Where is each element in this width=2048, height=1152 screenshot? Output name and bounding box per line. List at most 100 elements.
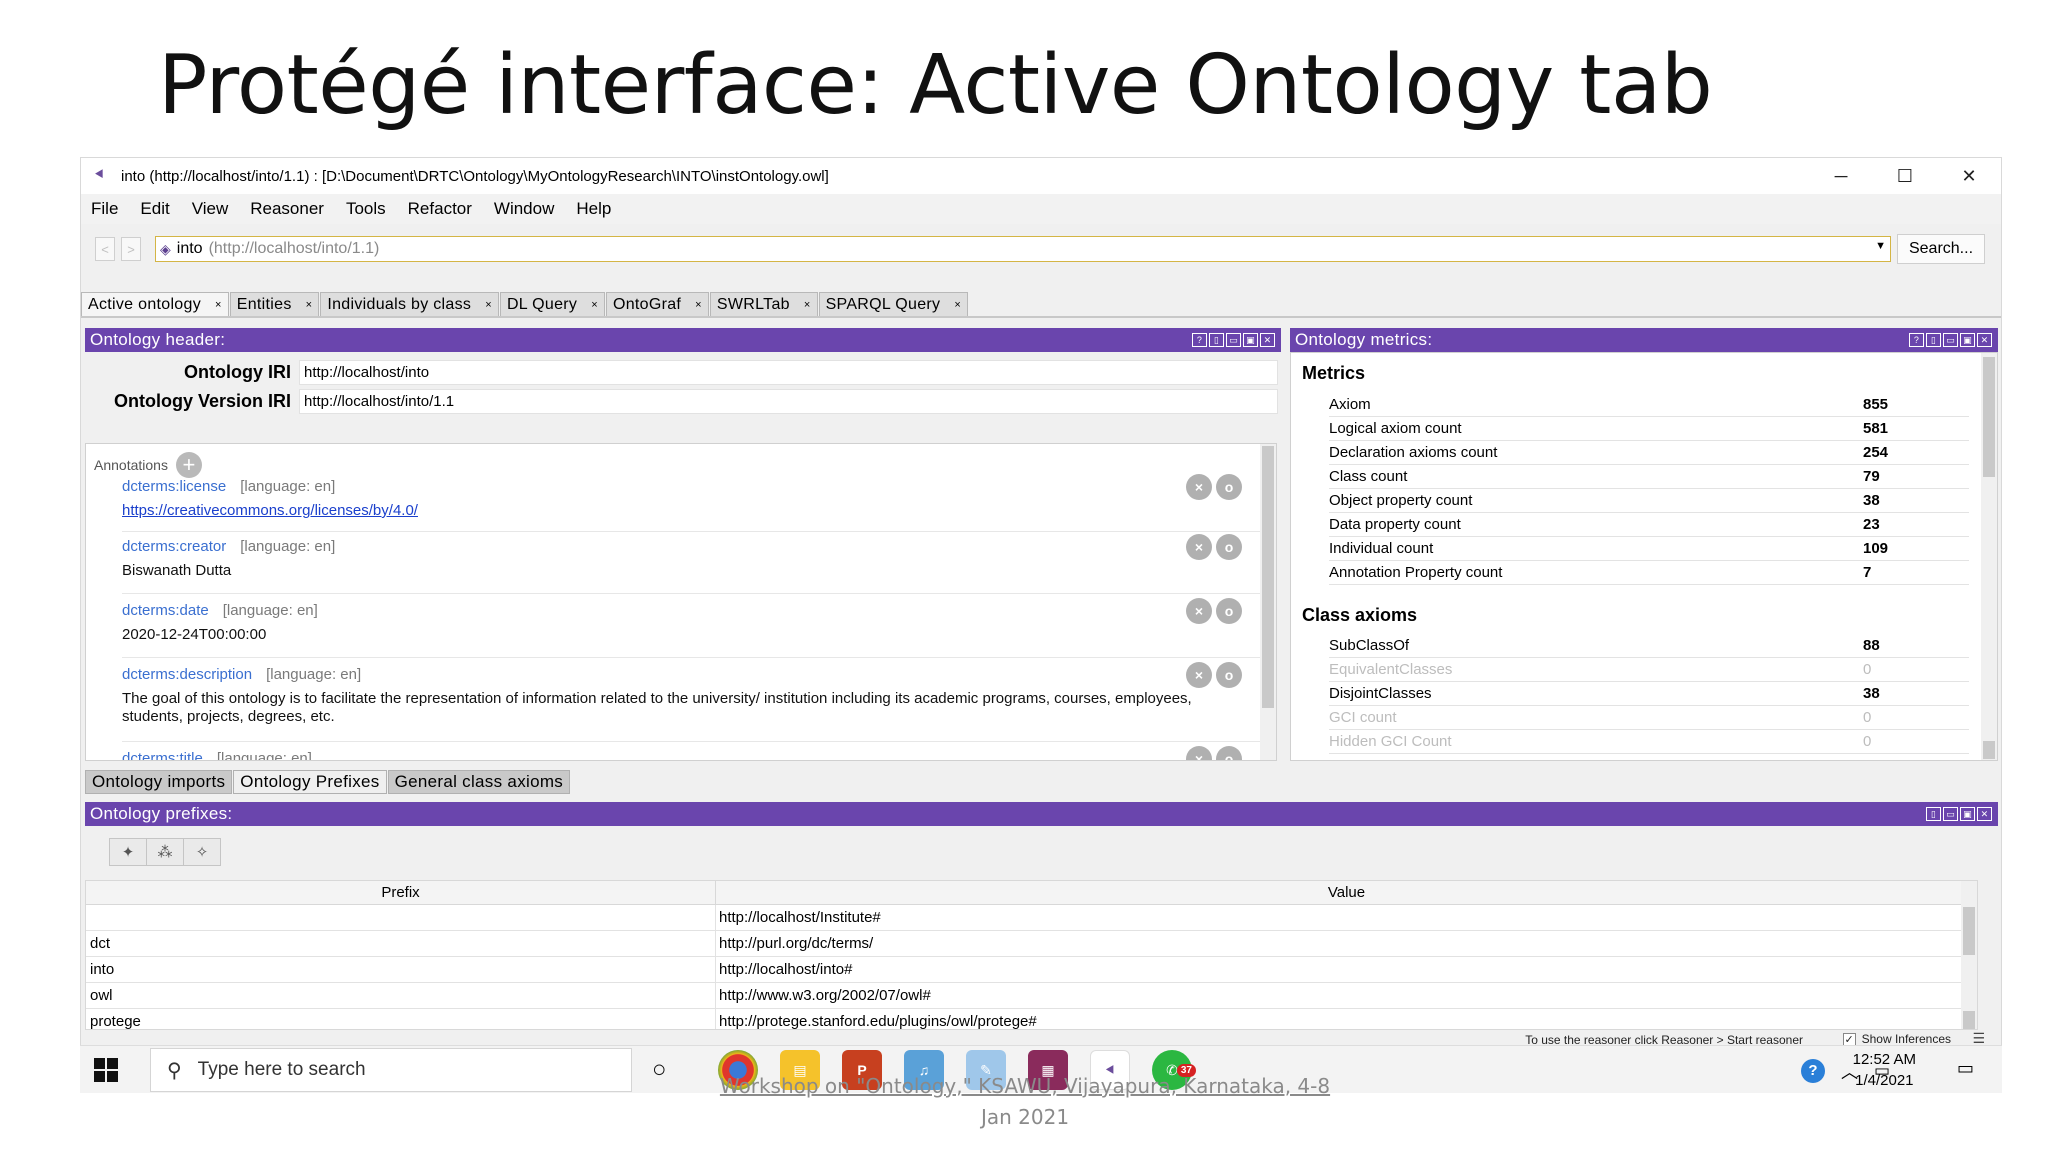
menu-view[interactable]: View	[181, 199, 240, 219]
tab-ontology-imports[interactable]: Ontology imports	[85, 770, 233, 794]
windows-start-icon[interactable]	[94, 1058, 118, 1082]
dropdown-arrow-icon[interactable]: ▼	[1875, 240, 1886, 252]
ontology-iri: (http://localhost/into/1.1)	[208, 240, 380, 257]
ontology-iri-field[interactable]: http://localhost/into	[299, 359, 1278, 385]
taskbar-search-box[interactable]: ⚲ Type here to search	[150, 1048, 632, 1092]
menu-edit[interactable]: Edit	[129, 199, 180, 219]
tab-ontograf[interactable]: OntoGraf ×	[605, 292, 709, 316]
annotation-property[interactable]: dcterms:creator	[122, 538, 226, 555]
cortana-icon[interactable]: ○	[652, 1056, 667, 1084]
close-tab-icon[interactable]: ×	[591, 299, 598, 311]
close-tab-icon[interactable]: ×	[485, 299, 492, 311]
split-vertical-icon[interactable]: ▯	[1926, 333, 1941, 347]
annotation-item[interactable]: dcterms:creator [language: en] Biswanath …	[122, 534, 1262, 594]
col-prefix-header[interactable]: Prefix	[86, 881, 716, 904]
help-icon[interactable]: ?	[1800, 1058, 1825, 1083]
menu-refactor[interactable]: Refactor	[397, 199, 483, 219]
edit-annotation-icon[interactable]: o	[1216, 746, 1242, 760]
close-view-icon[interactable]: ✕	[1977, 333, 1992, 347]
scrollbar-thumb[interactable]	[1983, 357, 1995, 477]
prefix-table-scrollbar[interactable]	[1961, 881, 1977, 1029]
annotation-item[interactable]: dcterms:title [language: en] × o	[122, 746, 1262, 760]
scrollbar-thumb[interactable]	[1963, 907, 1975, 955]
maximize-button[interactable]: ☐	[1873, 158, 1937, 194]
split-horizontal-icon[interactable]: ▭	[1226, 333, 1241, 347]
tab-active-ontology[interactable]: Active ontology ×	[81, 292, 229, 316]
forward-button[interactable]: >	[121, 237, 141, 261]
minimize-button[interactable]: ─	[1809, 158, 1873, 194]
help-icon[interactable]: ?	[1909, 333, 1924, 347]
float-icon[interactable]: ▣	[1243, 333, 1258, 347]
tab-individuals-by-class[interactable]: Individuals by class ×	[320, 292, 499, 316]
taskbar-clock[interactable]: 12:52 AM 1/4/2021	[1853, 1049, 1916, 1091]
tab-dl-query[interactable]: DL Query ×	[499, 292, 605, 316]
split-vertical-icon[interactable]: ▯	[1926, 807, 1941, 821]
annotation-item[interactable]: dcterms:date [language: en] 2020-12-24T00…	[122, 598, 1262, 658]
metrics-scrollbar[interactable]	[1981, 353, 1997, 760]
annotation-property[interactable]: dcterms:title	[122, 750, 203, 760]
help-icon[interactable]: ?	[1192, 333, 1207, 347]
tab-sparql-query[interactable]: SPARQL Query ×	[818, 292, 969, 316]
split-horizontal-icon[interactable]: ▭	[1943, 807, 1958, 821]
table-row[interactable]: into http://localhost/into#	[86, 957, 1977, 983]
delete-annotation-icon[interactable]: ×	[1186, 474, 1212, 500]
delete-annotation-icon[interactable]: ×	[1186, 746, 1212, 760]
delete-annotation-icon[interactable]: ×	[1186, 662, 1212, 688]
delete-annotation-icon[interactable]: ×	[1186, 534, 1212, 560]
tab-ontology-prefixes[interactable]: Ontology Prefixes	[233, 770, 387, 794]
close-tab-icon[interactable]: ×	[215, 299, 222, 311]
table-row[interactable]: owl http://www.w3.org/2002/07/owl#	[86, 983, 1977, 1009]
close-tab-icon[interactable]: ×	[804, 299, 811, 311]
close-view-icon[interactable]: ✕	[1977, 807, 1992, 821]
annotations-scrollbar[interactable]	[1260, 444, 1276, 760]
float-icon[interactable]: ▣	[1960, 807, 1975, 821]
col-value-header[interactable]: Value	[716, 881, 1977, 904]
ontology-version-iri-field[interactable]: http://localhost/into/1.1	[299, 388, 1278, 414]
close-tab-icon[interactable]: ×	[954, 299, 961, 311]
menu-tools[interactable]: Tools	[335, 199, 397, 219]
scrollbar-down-button[interactable]	[1983, 741, 1995, 759]
ontology-selector[interactable]: ◈ into (http://localhost/into/1.1) ▼	[155, 236, 1891, 262]
remove-prefix-icon[interactable]: ✧	[183, 838, 221, 866]
show-inferences-toggle[interactable]: ✓ Show Inferences	[1842, 1032, 1951, 1046]
generate-prefix-icon[interactable]: ⁂	[146, 838, 184, 866]
footer-line-1[interactable]: Workshop on "Ontology," KSAWU, Vijayapur…	[700, 1071, 1350, 1102]
search-button[interactable]: Search...	[1897, 234, 1985, 264]
tab-entities[interactable]: Entities ×	[229, 292, 320, 316]
edit-annotation-icon[interactable]: o	[1216, 534, 1242, 560]
annotation-item[interactable]: dcterms:description [language: en] The go…	[122, 662, 1262, 742]
annotation-value-link[interactable]: https://creativecommons.org/licenses/by/…	[122, 502, 1262, 520]
close-tab-icon[interactable]: ×	[306, 299, 313, 311]
tab-label: SWRLTab	[716, 295, 790, 313]
menu-help[interactable]: Help	[565, 199, 622, 219]
back-button[interactable]: <	[95, 237, 115, 261]
annotation-property[interactable]: dcterms:license	[122, 478, 226, 495]
edit-annotation-icon[interactable]: o	[1216, 474, 1242, 500]
annotation-property[interactable]: dcterms:date	[122, 602, 209, 619]
close-button[interactable]: ✕	[1937, 158, 2001, 194]
delete-annotation-icon[interactable]: ×	[1186, 598, 1212, 624]
scrollbar-thumb[interactable]	[1262, 446, 1274, 708]
prefix-cell: dct	[86, 931, 716, 956]
notification-center-icon[interactable]: ▭	[1957, 1058, 1974, 1079]
split-horizontal-icon[interactable]: ▭	[1943, 333, 1958, 347]
add-annotation-icon[interactable]: +	[175, 452, 202, 478]
annotation-property[interactable]: dcterms:description	[122, 666, 252, 683]
checkbox-checked-icon[interactable]: ✓	[1842, 1032, 1856, 1046]
close-tab-icon[interactable]: ×	[695, 299, 702, 311]
split-vertical-icon[interactable]: ▯	[1209, 333, 1224, 347]
tab-general-class-axioms[interactable]: General class axioms	[387, 770, 571, 794]
menu-reasoner[interactable]: Reasoner	[239, 199, 335, 219]
close-view-icon[interactable]: ✕	[1260, 333, 1275, 347]
edit-annotation-icon[interactable]: o	[1216, 662, 1242, 688]
menu-window[interactable]: Window	[483, 199, 565, 219]
tab-swrltab[interactable]: SWRLTab ×	[709, 292, 818, 316]
table-row[interactable]: dct http://purl.org/dc/terms/	[86, 931, 1977, 957]
float-icon[interactable]: ▣	[1960, 333, 1975, 347]
table-row[interactable]: http://localhost/Institute#	[86, 905, 1977, 931]
annotation-item[interactable]: dcterms:license [language: en] https://cr…	[122, 474, 1262, 532]
metric-value: 88	[1863, 637, 1880, 654]
menu-file[interactable]: File	[81, 199, 129, 219]
edit-annotation-icon[interactable]: o	[1216, 598, 1242, 624]
add-prefix-icon[interactable]: ✦	[109, 838, 147, 866]
